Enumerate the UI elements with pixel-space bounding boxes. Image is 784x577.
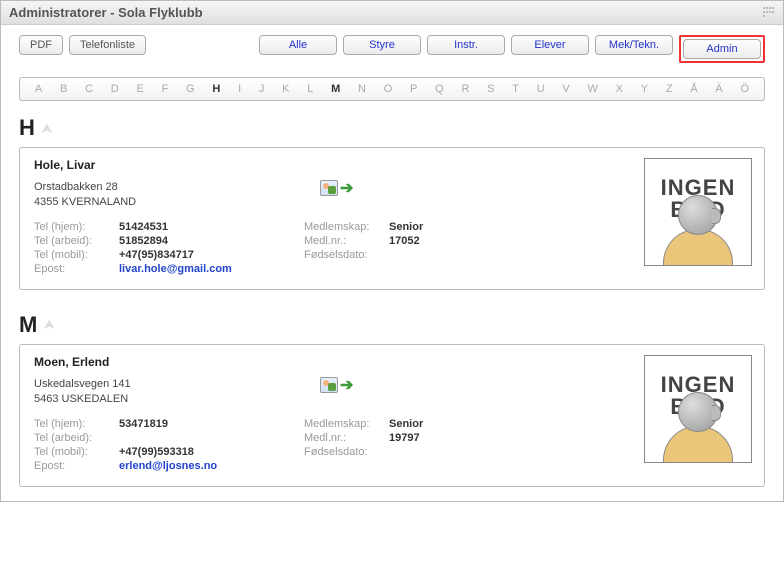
label-epost: Epost:: [34, 263, 119, 275]
titlebar: Administratorer - Sola Flyklubb: [1, 1, 783, 25]
label-medlnr: Medl.nr.:: [304, 432, 389, 444]
val-medlnr: 17052: [389, 235, 420, 247]
alpha-letter-I[interactable]: I: [238, 83, 241, 95]
alpha-letter-H[interactable]: H: [212, 83, 220, 95]
filter-mektekn[interactable]: Mek/Tekn.: [595, 35, 673, 55]
section-letter: H: [19, 115, 35, 141]
alpha-letter-M[interactable]: M: [331, 83, 340, 95]
alpha-letter-Q[interactable]: Q: [435, 83, 444, 95]
val-medlemskap: Senior: [389, 418, 423, 430]
label-medlnr: Medl.nr.:: [304, 235, 389, 247]
filter-elever[interactable]: Elever: [511, 35, 589, 55]
silhouette-head-icon: [678, 392, 718, 432]
person-card-icon: [320, 377, 338, 393]
filter-instr[interactable]: Instr.: [427, 35, 505, 55]
alpha-letter-K[interactable]: K: [282, 83, 289, 95]
alphabet-bar: ABCDEFGHIJKLMNOPQRSTUVWXYZÅÄÖ: [19, 77, 765, 101]
member-photo-placeholder: INGENBILD: [644, 158, 752, 266]
admin-highlight: Admin: [679, 35, 765, 63]
val-epost[interactable]: erlend@ljosnes.no: [119, 460, 217, 472]
label-fodselsdato: Fødselsdato:: [304, 446, 389, 458]
label-medlemskap: Medlemskap:: [304, 221, 389, 233]
arrow-right-icon: ➔: [340, 375, 353, 395]
section-head-H: H ⮝: [19, 115, 765, 141]
alpha-letter-O[interactable]: O: [384, 83, 393, 95]
val-tel-hjem: 53471819: [119, 418, 168, 430]
label-tel-arbeid: Tel (arbeid):: [34, 432, 119, 444]
label-tel-hjem: Tel (hjem):: [34, 221, 119, 233]
alpha-letter-N[interactable]: N: [358, 83, 366, 95]
alpha-letter-W[interactable]: W: [588, 83, 598, 95]
filter-styre[interactable]: Styre: [343, 35, 421, 55]
telefonliste-button[interactable]: Telefonliste: [69, 35, 146, 55]
val-medlnr: 19797: [389, 432, 420, 444]
alpha-letter-D[interactable]: D: [111, 83, 119, 95]
alpha-letter-P[interactable]: P: [410, 83, 417, 95]
val-tel-mobil: +47(95)834717: [119, 249, 194, 261]
val-epost[interactable]: livar.hole@gmail.com: [119, 263, 232, 275]
member-name: Moen, Erlend: [34, 355, 750, 369]
alpha-letter-C[interactable]: C: [85, 83, 93, 95]
alpha-letter-S[interactable]: S: [487, 83, 494, 95]
label-tel-mobil: Tel (mobil):: [34, 249, 119, 261]
alpha-letter-Å[interactable]: Å: [690, 83, 697, 95]
val-tel-arbeid: 51852894: [119, 235, 168, 247]
val-tel-hjem: 51424531: [119, 221, 168, 233]
label-tel-arbeid: Tel (arbeid):: [34, 235, 119, 247]
alpha-letter-J[interactable]: J: [259, 83, 265, 95]
alpha-letter-A[interactable]: A: [35, 83, 42, 95]
alpha-letter-U[interactable]: U: [537, 83, 545, 95]
alpha-letter-X[interactable]: X: [616, 83, 623, 95]
member-address: Orstadbakken 284355 KVERNALAND: [34, 180, 750, 211]
up-arrow-icon[interactable]: ⮝: [43, 316, 55, 333]
alpha-letter-T[interactable]: T: [512, 83, 519, 95]
alpha-letter-Ö[interactable]: Ö: [741, 83, 750, 95]
person-card-icon: [320, 180, 338, 196]
silhouette-head-icon: [678, 195, 718, 235]
filter-alle[interactable]: Alle: [259, 35, 337, 55]
label-tel-hjem: Tel (hjem):: [34, 418, 119, 430]
alpha-letter-Ä[interactable]: Ä: [715, 83, 722, 95]
alpha-letter-F[interactable]: F: [162, 83, 169, 95]
label-epost: Epost:: [34, 460, 119, 472]
val-tel-mobil: +47(99)593318: [119, 446, 194, 458]
member-name: Hole, Livar: [34, 158, 750, 172]
transfer-action[interactable]: ➔: [320, 375, 353, 395]
window-title: Administratorer - Sola Flyklubb: [9, 5, 203, 20]
alpha-letter-V[interactable]: V: [562, 83, 569, 95]
arrow-right-icon: ➔: [340, 178, 353, 198]
member-address: Uskedalsvegen 1415463 USKEDALEN: [34, 377, 750, 408]
label-fodselsdato: Fødselsdato:: [304, 249, 389, 261]
alpha-letter-Z[interactable]: Z: [666, 83, 673, 95]
member-card: Hole, Livar Orstadbakken 284355 KVERNALA…: [19, 147, 765, 290]
label-medlemskap: Medlemskap:: [304, 418, 389, 430]
transfer-action[interactable]: ➔: [320, 178, 353, 198]
label-tel-mobil: Tel (mobil):: [34, 446, 119, 458]
section-head-M: M ⮝: [19, 312, 765, 338]
filter-admin[interactable]: Admin: [683, 39, 761, 59]
grip-icon: [763, 7, 775, 19]
app-window: Administratorer - Sola Flyklubb PDF Tele…: [0, 0, 784, 502]
up-arrow-icon[interactable]: ⮝: [41, 120, 53, 137]
alpha-letter-G[interactable]: G: [186, 83, 195, 95]
alpha-letter-E[interactable]: E: [136, 83, 143, 95]
pdf-button[interactable]: PDF: [19, 35, 63, 55]
toolbar: PDF Telefonliste Alle Styre Instr. Eleve…: [1, 25, 783, 69]
alpha-letter-B[interactable]: B: [60, 83, 67, 95]
alpha-letter-L[interactable]: L: [307, 83, 313, 95]
member-photo-placeholder: INGENBILD: [644, 355, 752, 463]
val-medlemskap: Senior: [389, 221, 423, 233]
member-card: Moen, Erlend Uskedalsvegen 1415463 USKED…: [19, 344, 765, 487]
alpha-letter-R[interactable]: R: [461, 83, 469, 95]
section-letter: M: [19, 312, 37, 338]
alpha-letter-Y[interactable]: Y: [641, 83, 648, 95]
